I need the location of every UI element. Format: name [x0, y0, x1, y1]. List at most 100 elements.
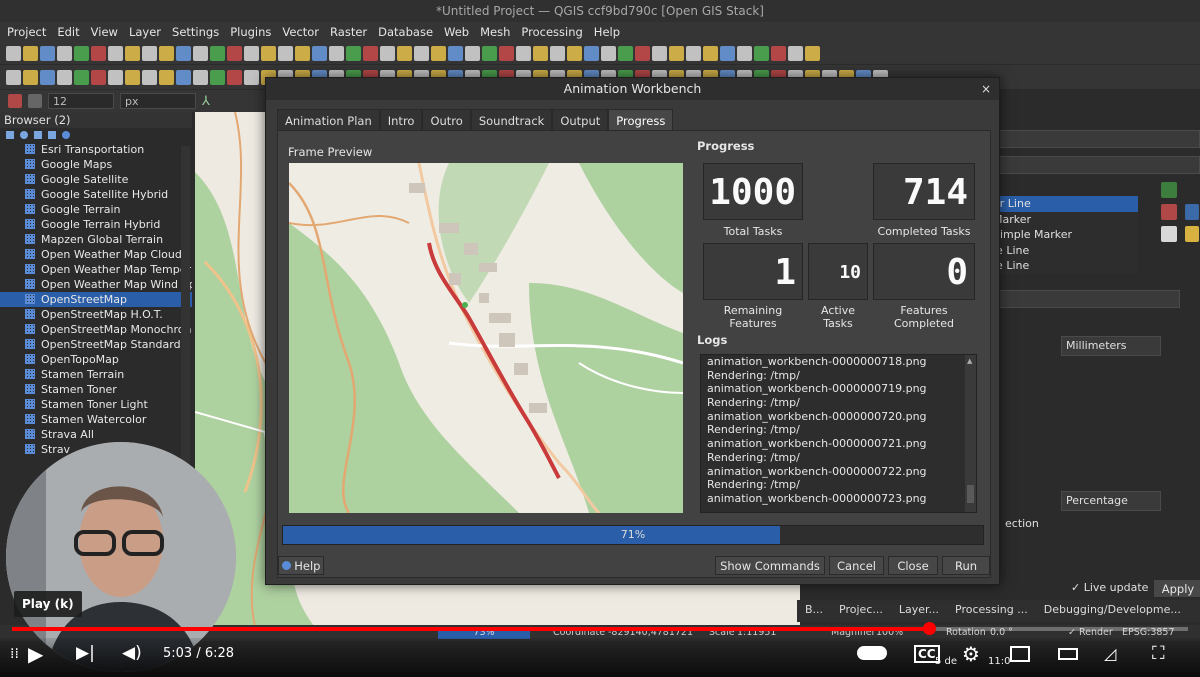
main-tool-icon-44[interactable]: [737, 45, 752, 61]
autoplay-toggle[interactable]: [857, 646, 887, 660]
miniplayer-icon[interactable]: [1010, 646, 1030, 662]
browser-item[interactable]: Google Terrain Hybrid: [0, 217, 192, 232]
select-style-icon[interactable]: [28, 94, 42, 108]
main-tool-icon-30[interactable]: [499, 45, 514, 61]
refresh-icon[interactable]: [20, 131, 28, 139]
main-tool-icon-45[interactable]: [754, 45, 769, 61]
remove-symbol-layer-icon[interactable]: [1161, 204, 1177, 220]
edit-tool-icon-13[interactable]: [210, 69, 225, 85]
close-button[interactable]: Close: [888, 556, 938, 575]
menu-mesh[interactable]: Mesh: [473, 25, 514, 39]
node-tool-icon[interactable]: ⅄: [202, 94, 210, 109]
scroll-thumb[interactable]: [967, 485, 974, 503]
dock-tab[interactable]: Processing ...: [947, 600, 1036, 622]
edit-tool-icon-1[interactable]: [6, 69, 21, 85]
main-tool-icon-25[interactable]: [414, 45, 429, 61]
lock-icon[interactable]: [1185, 226, 1199, 242]
menu-web[interactable]: Web: [437, 25, 473, 39]
browser-item[interactable]: Google Satellite Hybrid: [0, 187, 192, 202]
edit-tool-icon-5[interactable]: [74, 69, 89, 85]
browser-item[interactable]: OpenTopoMap: [0, 352, 192, 367]
main-tool-icon-14[interactable]: [227, 45, 242, 61]
main-tool-icon-32[interactable]: [533, 45, 548, 61]
tab-output[interactable]: Output: [552, 109, 609, 132]
symbol-layer-item[interactable]: le Line: [993, 243, 1138, 259]
tab-outro[interactable]: Outro: [422, 109, 471, 132]
main-tool-icon-11[interactable]: [176, 45, 191, 61]
main-tool-icon-33[interactable]: [550, 45, 565, 61]
menu-project[interactable]: Project: [0, 25, 50, 39]
browser-item[interactable]: Open Weather Map Clouds: [0, 247, 192, 262]
edit-tool-icon-4[interactable]: [57, 69, 72, 85]
percentage-combo[interactable]: Percentage: [1061, 491, 1161, 511]
browser-item[interactable]: Strava All: [0, 427, 192, 442]
browser-item[interactable]: Stamen Watercolor: [0, 412, 192, 427]
main-tool-icon-40[interactable]: [669, 45, 684, 61]
browser-item[interactable]: Mapzen Global Terrain: [0, 232, 192, 247]
tab-animation-plan[interactable]: Animation Plan: [277, 109, 380, 132]
scroll-up-icon[interactable]: ▲: [967, 357, 974, 365]
browser-item[interactable]: Esri Transportation: [0, 142, 192, 157]
main-tool-icon-17[interactable]: [278, 45, 293, 61]
unit-combo[interactable]: Millimeters: [1061, 336, 1161, 356]
tab-progress[interactable]: Progress: [608, 109, 674, 132]
main-tool-icon-13[interactable]: [210, 45, 225, 61]
main-tool-icon-18[interactable]: [295, 45, 310, 61]
menu-layer[interactable]: Layer: [122, 25, 165, 39]
symbol-layer-item[interactable]: er Line: [993, 196, 1138, 212]
browser-item[interactable]: OpenStreetMap Standard: [0, 337, 192, 352]
add-selected-icon[interactable]: [6, 131, 14, 139]
main-tool-icon-39[interactable]: [652, 45, 667, 61]
grid-menu-icon[interactable]: ⁞⁞: [10, 646, 19, 662]
browser-item[interactable]: Google Terrain: [0, 202, 192, 217]
cancel-button[interactable]: Cancel: [829, 556, 884, 575]
collapse-icon[interactable]: [48, 131, 56, 139]
main-tool-icon-15[interactable]: [244, 45, 259, 61]
edit-tool-icon-11[interactable]: [176, 69, 191, 85]
main-tool-icon-46[interactable]: [771, 45, 786, 61]
duplicate-layer-icon[interactable]: [1161, 226, 1177, 242]
browser-item[interactable]: OpenStreetMap Monochron: [0, 322, 192, 337]
undo-style-icon[interactable]: [8, 94, 22, 108]
filter-icon[interactable]: [34, 131, 42, 139]
main-tool-icon-48[interactable]: [805, 45, 820, 61]
main-tool-icon-6[interactable]: [91, 45, 106, 61]
renderer-select[interactable]: [993, 130, 1200, 148]
edit-tool-icon-12[interactable]: [193, 69, 208, 85]
browser-item[interactable]: OpenStreetMap: [0, 292, 192, 307]
menu-edit[interactable]: Edit: [50, 25, 83, 39]
edit-tool-icon-14[interactable]: [227, 69, 242, 85]
main-tool-icon-27[interactable]: [448, 45, 463, 61]
edit-tool-icon-7[interactable]: [108, 69, 123, 85]
main-tool-icon-42[interactable]: [703, 45, 718, 61]
dock-tab[interactable]: Layer...: [891, 600, 947, 622]
symbol-layer-item[interactable]: le Line: [993, 258, 1138, 274]
menu-database[interactable]: Database: [371, 25, 437, 39]
live-update-checkbox[interactable]: ✓ Live update: [1071, 581, 1148, 594]
menu-vector[interactable]: Vector: [275, 25, 323, 39]
dock-tab[interactable]: B...: [797, 600, 831, 622]
main-tool-icon-37[interactable]: [618, 45, 633, 61]
browser-item[interactable]: Google Satellite: [0, 172, 192, 187]
main-tool-icon-31[interactable]: [516, 45, 531, 61]
theater-mode-icon[interactable]: [1058, 648, 1078, 660]
color-select[interactable]: [993, 290, 1180, 308]
browser-item[interactable]: Google Maps: [0, 157, 192, 172]
main-tool-icon-7[interactable]: [108, 45, 123, 61]
browser-item[interactable]: Open Weather Map Wind Sp: [0, 277, 192, 292]
main-tool-icon-4[interactable]: [57, 45, 72, 61]
edit-tool-icon-15[interactable]: [244, 69, 259, 85]
main-tool-icon-5[interactable]: [74, 45, 89, 61]
show-commands-button[interactable]: Show Commands: [715, 556, 825, 575]
main-tool-icon-26[interactable]: [431, 45, 446, 61]
edit-tool-icon-10[interactable]: [159, 69, 174, 85]
main-tool-icon-19[interactable]: [312, 45, 327, 61]
main-tool-icon-10[interactable]: [159, 45, 174, 61]
main-tool-icon-2[interactable]: [23, 45, 38, 61]
cast-icon[interactable]: ◿: [1104, 644, 1116, 663]
next-icon[interactable]: ▶|: [76, 643, 95, 663]
edit-tool-icon-9[interactable]: [142, 69, 157, 85]
main-tool-icon-34[interactable]: [567, 45, 582, 61]
main-tool-icon-38[interactable]: [635, 45, 650, 61]
main-tool-icon-24[interactable]: [397, 45, 412, 61]
